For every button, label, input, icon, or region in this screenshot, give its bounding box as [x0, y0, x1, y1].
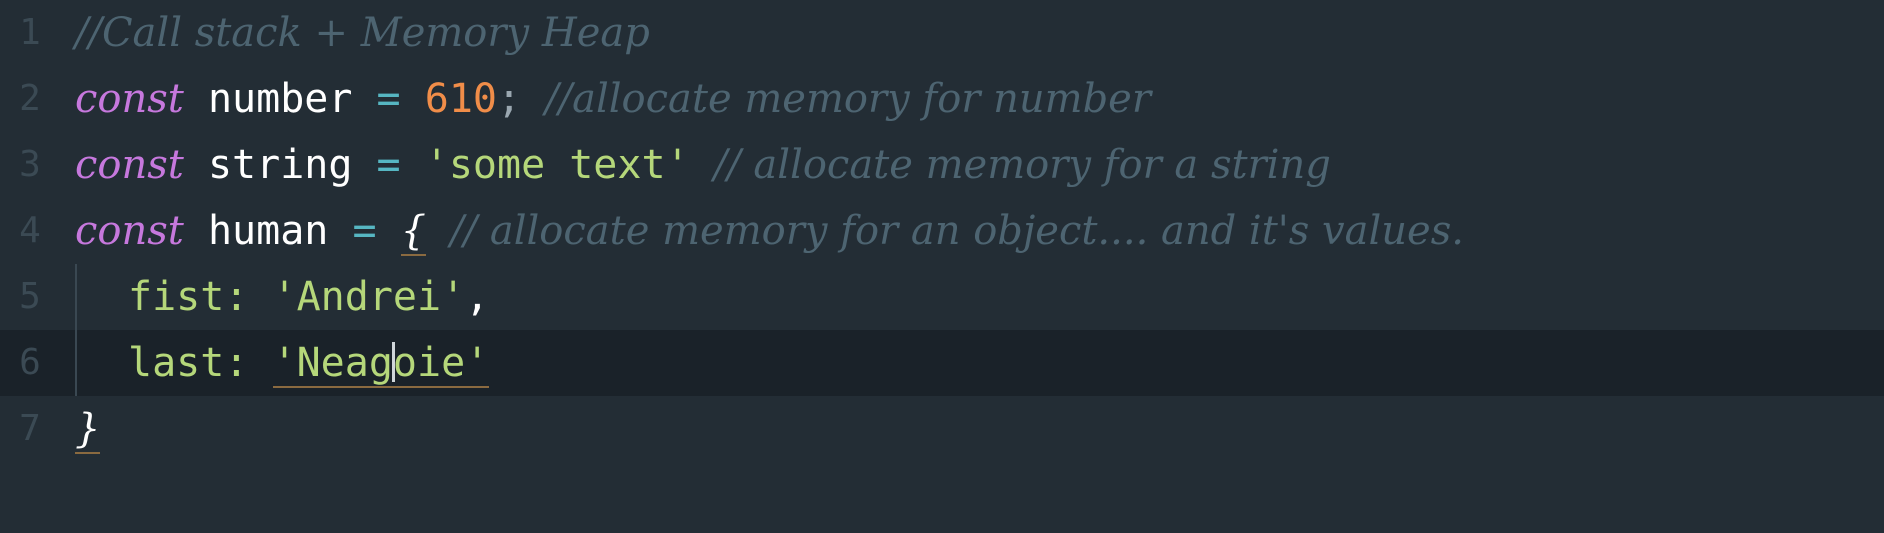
line-number: 3: [19, 144, 41, 185]
code-content: const number = 610; //allocate memory fo…: [75, 66, 1151, 132]
indent-guide: [75, 330, 77, 396]
code-line-3[interactable]: 3 const string = 'some text' // allocate…: [0, 132, 1884, 198]
number-literal: 610: [424, 76, 497, 122]
string-literal: 'Andrei': [272, 274, 466, 320]
property-key: last:: [128, 340, 249, 386]
code-content: const human = { // allocate memory for a…: [75, 198, 1464, 264]
semicolon: ;: [496, 76, 522, 122]
code-line-5[interactable]: 5 fist: 'Andrei',: [0, 264, 1884, 330]
code-line-1[interactable]: 1 //Call stack + Memory Heap: [0, 0, 1884, 66]
code-line-6[interactable]: 6 last: 'Neagoie': [0, 330, 1884, 396]
keyword: const: [75, 142, 184, 188]
line-number: 7: [19, 408, 41, 449]
comment: //allocate memory for number: [545, 76, 1151, 122]
code-line-4[interactable]: 4 const human = { // allocate memory for…: [0, 198, 1884, 264]
open-brace: {: [400, 208, 427, 256]
string-literal: 'Neagoie': [272, 340, 490, 388]
string-literal: 'some text': [424, 142, 690, 188]
line-number: 4: [19, 210, 41, 251]
code-content: const string = 'some text' // allocate m…: [75, 132, 1331, 198]
line-number: 6: [19, 342, 41, 383]
comma: ,: [465, 274, 490, 320]
property-key: fist:: [128, 274, 249, 320]
comment: // allocate memory for an object.... and…: [450, 208, 1464, 254]
operator: =: [376, 142, 401, 188]
line-number: 2: [19, 78, 41, 119]
code-content: //Call stack + Memory Heap: [75, 0, 650, 66]
operator: =: [376, 76, 401, 122]
close-brace: }: [75, 406, 101, 454]
code-content: }: [75, 396, 101, 462]
line-number: 1: [19, 12, 41, 53]
code-line-7[interactable]: 7 }: [0, 396, 1884, 462]
code-editor[interactable]: 1 //Call stack + Memory Heap 2 const num…: [0, 0, 1884, 533]
code-content: fist: 'Andrei',: [128, 264, 489, 330]
identifier: human: [207, 208, 329, 254]
keyword: const: [75, 76, 184, 122]
identifier: number: [207, 76, 353, 122]
operator: =: [352, 208, 377, 254]
comment: // allocate memory for a string: [713, 142, 1331, 188]
code-content: last: 'Neagoie': [128, 330, 490, 396]
line-number: 5: [19, 276, 41, 317]
text-cursor-icon: [392, 342, 395, 382]
identifier: string: [207, 142, 353, 188]
comment: //Call stack + Memory Heap: [75, 10, 650, 56]
code-line-2[interactable]: 2 const number = 610; //allocate memory …: [0, 66, 1884, 132]
indent-guide: [75, 264, 77, 330]
keyword: const: [75, 208, 184, 254]
